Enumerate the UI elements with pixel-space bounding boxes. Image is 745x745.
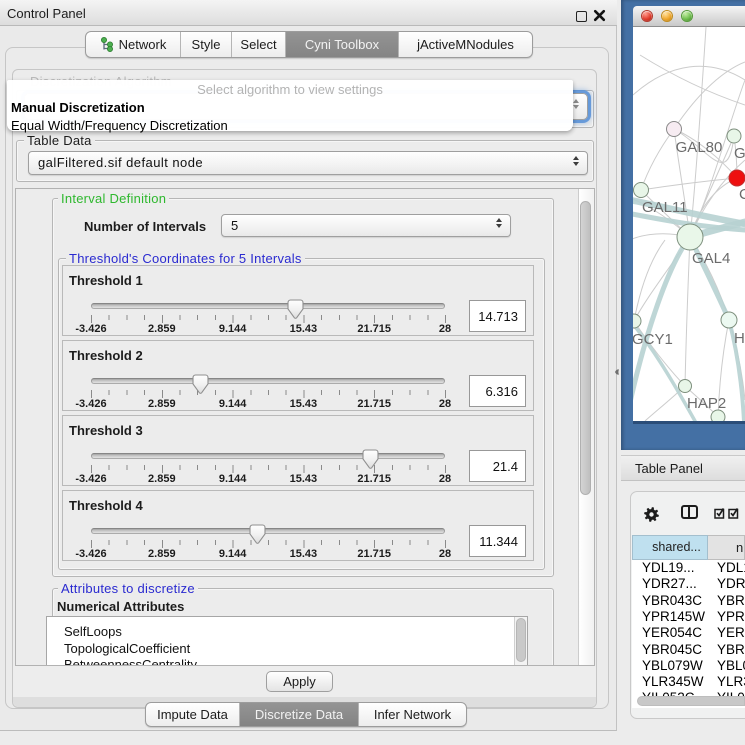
svg-text:GAL80: GAL80: [676, 139, 723, 156]
svg-text:GAL4: GAL4: [692, 250, 730, 267]
svg-text:GAL11: GAL11: [642, 199, 688, 216]
svg-text:H: H: [734, 330, 745, 347]
svg-text:C: C: [739, 186, 745, 203]
svg-text:HAP2: HAP2: [687, 395, 726, 412]
svg-text:G.: G.: [734, 145, 745, 162]
svg-text:GCY1: GCY1: [633, 331, 673, 348]
